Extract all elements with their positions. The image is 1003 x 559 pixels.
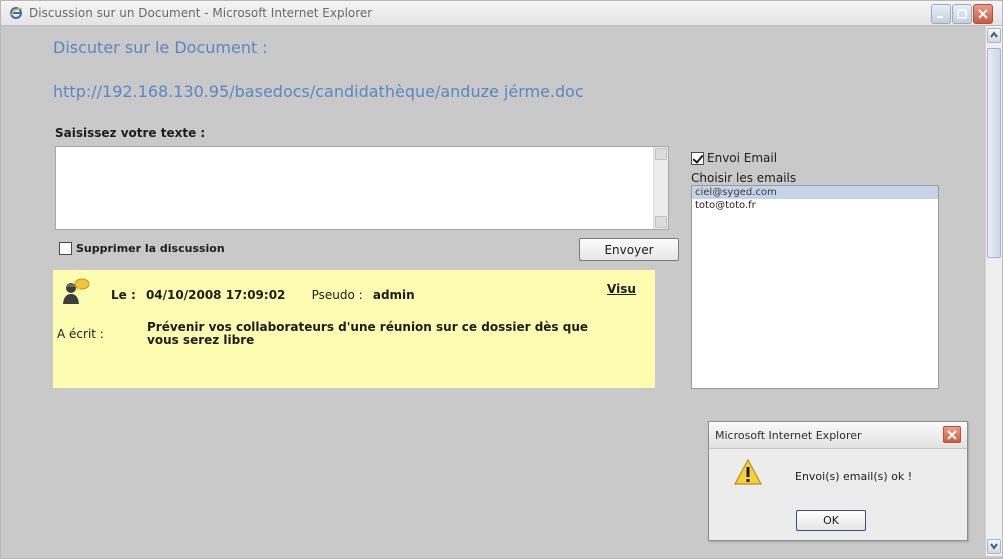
date-value: 04/10/2008 17:09:02	[145, 288, 286, 302]
message-body: Prévenir vos collaborateurs d'une réunio…	[147, 320, 589, 347]
browser-window: Discussion sur un Document - Microsoft I…	[0, 0, 1003, 559]
message-metadata: Le : 04/10/2008 17:09:02 Pseudo : admin	[111, 288, 421, 302]
delete-discussion-label: Supprimer la discussion	[76, 242, 225, 255]
minimize-icon	[937, 16, 943, 18]
dialog-title: Microsoft Internet Explorer	[715, 429, 862, 442]
dialog-message: Envoi(s) email(s) ok !	[795, 470, 913, 483]
scroll-down-arrow[interactable]	[987, 539, 1001, 554]
pseudo-value: admin	[372, 288, 415, 302]
scroll-up-arrow[interactable]	[655, 148, 667, 160]
send-email-option[interactable]: Envoi Email	[691, 151, 777, 165]
ok-button[interactable]: OK	[796, 510, 866, 531]
maximize-icon	[957, 9, 967, 19]
chevron-down-icon	[990, 543, 998, 550]
message-textarea[interactable]	[55, 146, 669, 230]
email-listbox[interactable]: ciel@syged.com toto@toto.fr	[691, 185, 939, 389]
document-link[interactable]: http://192.168.130.95/basedocs/candidath…	[53, 82, 584, 101]
page-heading: Discuter sur le Document :	[53, 38, 268, 57]
alert-dialog: Microsoft Internet Explorer Envoi(s) ema…	[708, 421, 968, 541]
email-option[interactable]: toto@toto.fr	[692, 199, 938, 212]
author-label: A écrit :	[57, 327, 104, 341]
window-titlebar[interactable]: Discussion sur un Document - Microsoft I…	[1, 1, 1002, 26]
internet-explorer-icon	[9, 7, 23, 19]
message-input-label: Saisissez votre texte :	[55, 126, 206, 140]
discussion-message: Le : 04/10/2008 17:09:02 Pseudo : admin …	[53, 270, 655, 388]
scroll-down-arrow[interactable]	[655, 216, 667, 228]
maximize-button[interactable]	[952, 4, 972, 24]
dialog-titlebar[interactable]: Microsoft Internet Explorer	[709, 422, 967, 449]
warning-icon	[734, 459, 762, 485]
date-label: Le :	[111, 288, 136, 302]
close-window-button[interactable]	[973, 4, 993, 24]
delete-discussion-option[interactable]: Supprimer la discussion	[59, 242, 225, 255]
close-icon	[947, 430, 957, 440]
minimize-button[interactable]	[931, 4, 951, 24]
send-email-label: Envoi Email	[707, 151, 778, 165]
dialog-close-button[interactable]	[943, 426, 961, 443]
email-option[interactable]: ciel@syged.com	[692, 186, 938, 199]
send-button[interactable]: Envoyer	[579, 238, 679, 261]
textarea-scrollbar[interactable]	[653, 147, 668, 229]
page-scrollbar[interactable]	[985, 26, 1002, 556]
pseudo-label: Pseudo :	[311, 288, 363, 302]
scrollbar-thumb[interactable]	[987, 48, 1001, 258]
choose-emails-label: Choisir les emails	[691, 171, 797, 185]
visu-link[interactable]: Visu	[607, 282, 636, 296]
delete-discussion-checkbox[interactable]	[59, 242, 72, 255]
chevron-up-icon	[990, 31, 998, 38]
user-avatar-icon	[63, 278, 90, 304]
scroll-up-arrow[interactable]	[987, 28, 1001, 43]
send-email-checkbox[interactable]	[691, 151, 704, 165]
window-title: Discussion sur un Document - Microsoft I…	[29, 6, 373, 20]
close-icon	[978, 9, 988, 19]
